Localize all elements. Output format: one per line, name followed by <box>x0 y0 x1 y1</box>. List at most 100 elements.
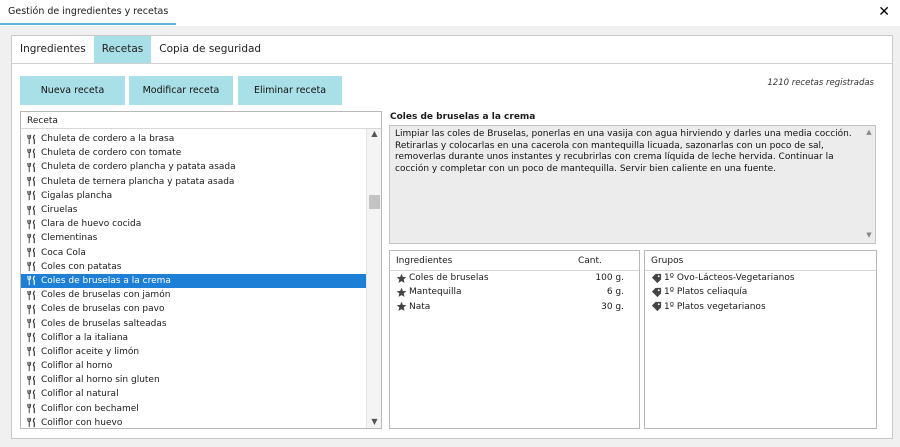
list-item-label: Coliflor aceite y limón <box>41 346 140 357</box>
fork-knife-icon <box>25 190 37 202</box>
fork-knife-icon <box>25 275 37 287</box>
list-item-selected[interactable]: Coles de bruselas a la crema <box>21 273 366 289</box>
list-item[interactable]: Coles de bruselas con pavo <box>21 302 366 316</box>
list-item[interactable]: Clara de huevo cocida <box>21 217 366 231</box>
list-item-label: Coles con patatas <box>41 261 122 272</box>
list-item[interactable]: Chuleta de cordero con tomate <box>21 146 366 160</box>
fork-knife-icon <box>25 346 37 358</box>
title-bar: Gestión de ingredientes y recetas ✕ <box>0 0 900 26</box>
ingredient-name: Coles de bruselas <box>409 273 489 284</box>
group-name: 1º Platos vegetarianos <box>664 301 766 312</box>
recipe-list[interactable]: Receta Chuleta de cordero a la brasa Chul… <box>20 111 382 429</box>
scroll-thumb[interactable] <box>369 195 380 209</box>
list-item[interactable]: Coles con patatas <box>21 260 366 274</box>
new-recipe-button[interactable]: Nueva receta <box>20 76 125 105</box>
tag-icon <box>650 287 662 298</box>
list-item[interactable]: Coliflor aceite y limón <box>21 345 366 359</box>
ingredient-qty: 30 g. <box>601 301 624 312</box>
table-row[interactable]: 1º Platos celiaquía <box>645 285 876 299</box>
groups-header: Grupos <box>645 251 876 271</box>
list-item-label: Clementinas <box>41 233 98 244</box>
recipe-list-header: Receta <box>21 112 381 129</box>
groups-col-name: Grupos <box>651 255 684 266</box>
list-item[interactable]: Coca Cola <box>21 246 366 260</box>
list-item[interactable]: Clementinas <box>21 231 366 245</box>
fork-knife-icon <box>25 374 37 386</box>
recipe-list-rows: Chuleta de cordero a la brasa Chuleta de … <box>21 132 366 428</box>
tab-ingredientes[interactable]: Ingredientes <box>12 36 94 64</box>
list-item[interactable]: Coles de bruselas salteadas <box>21 316 366 330</box>
list-item-label: Cigalas plancha <box>41 190 113 201</box>
recipe-description[interactable]: Limpiar las coles de Bruselas, ponerlas … <box>389 125 876 244</box>
fork-knife-icon <box>25 247 37 259</box>
recipe-list-scrollbar[interactable]: ▲ ▼ <box>366 129 381 428</box>
modify-recipe-button[interactable]: Modificar receta <box>129 76 233 105</box>
list-item-label: Ciruelas <box>41 205 78 216</box>
ingredient-cell: Mantequilla <box>390 287 578 298</box>
star-icon <box>395 273 407 284</box>
star-icon <box>395 301 407 312</box>
list-item[interactable]: Chuleta de cordero plancha y patata asad… <box>21 160 366 174</box>
list-item-label: Coles de bruselas salteadas <box>41 318 167 329</box>
list-item[interactable]: Coliflor con huevo <box>21 416 366 428</box>
tag-icon <box>650 301 662 312</box>
list-item[interactable]: Coliflor con bechamel <box>21 402 366 416</box>
list-item[interactable]: Coliflor al horno sin gluten <box>21 373 366 387</box>
table-row[interactable]: Coles de bruselas 100 g. <box>390 271 639 285</box>
list-item-label: Coliflor al horno <box>41 361 113 372</box>
window-title: Gestión de ingredientes y recetas <box>0 0 177 25</box>
list-item-label: Coliflor al natural <box>41 389 119 400</box>
main-panel: Ingredientes Recetas Copia de seguridad … <box>11 35 893 439</box>
list-item-label: Coliflor al horno sin gluten <box>41 375 160 386</box>
scroll-down-icon[interactable]: ▼ <box>367 417 381 428</box>
fork-knife-icon <box>25 133 37 145</box>
tab-recetas[interactable]: Recetas <box>93 36 152 64</box>
ingredient-name: Nata <box>409 301 431 312</box>
list-item[interactable]: Chuleta de cordero a la brasa <box>21 132 366 146</box>
tab-strip: Ingredientes Recetas Copia de seguridad <box>12 36 269 64</box>
list-item[interactable]: Cigalas plancha <box>21 189 366 203</box>
list-item[interactable]: Ciruelas <box>21 203 366 217</box>
list-item-label: Chuleta de cordero con tomate <box>41 148 182 159</box>
tab-copia-seguridad[interactable]: Copia de seguridad <box>151 36 269 64</box>
close-icon[interactable]: ✕ <box>878 4 890 20</box>
list-item[interactable]: Coles de bruselas con jamón <box>21 288 366 302</box>
ingredient-qty: 100 g. <box>595 273 624 284</box>
fork-knife-icon <box>25 176 37 188</box>
fork-knife-icon <box>25 303 37 315</box>
table-row[interactable]: Mantequilla 6 g. <box>390 285 639 299</box>
delete-recipe-button[interactable]: Eliminar receta <box>238 76 342 105</box>
ingredient-cell: Nata <box>390 301 578 312</box>
list-item[interactable]: Coliflor a la italiana <box>21 331 366 345</box>
list-item[interactable]: Coliflor al horno <box>21 359 366 373</box>
tag-icon <box>650 273 662 284</box>
scroll-up-icon[interactable]: ▲ <box>367 129 381 141</box>
list-item[interactable]: Chuleta de ternera plancha y patata asad… <box>21 175 366 189</box>
fork-knife-icon <box>25 261 37 273</box>
ingredients-col-name: Ingredientes <box>396 255 453 266</box>
list-item-label: Coliflor con bechamel <box>41 403 139 414</box>
ingredient-name: Mantequilla <box>409 287 462 298</box>
fork-knife-icon <box>25 318 37 330</box>
list-item-label: Chuleta de cordero a la brasa <box>41 134 175 145</box>
table-row[interactable]: Nata 30 g. <box>390 300 639 314</box>
ingredients-table[interactable]: Ingredientes Cant. Coles de bruselas 100 … <box>389 250 640 429</box>
ingredients-rows: Coles de bruselas 100 g. Mantequilla 6 g. Na… <box>390 271 639 314</box>
desc-scroll-down-icon[interactable]: ▼ <box>864 230 874 242</box>
fork-knife-icon <box>25 218 37 230</box>
recipe-description-text: Limpiar las coles de Bruselas, ponerlas … <box>395 129 852 174</box>
fork-knife-icon <box>25 161 37 173</box>
list-item-label: Coles de bruselas con pavo <box>41 304 165 315</box>
description-scrollbar[interactable]: ▲ ▼ <box>864 127 874 242</box>
tab-divider <box>12 63 892 64</box>
groups-table[interactable]: Grupos 1º Ovo-Lácteos-Vegetarianos 1º Pla… <box>644 250 877 429</box>
list-item[interactable]: Coliflor al natural <box>21 387 366 401</box>
star-icon <box>395 287 407 298</box>
table-row[interactable]: 1º Platos vegetarianos <box>645 300 876 314</box>
table-row[interactable]: 1º Ovo-Lácteos-Vegetarianos <box>645 271 876 285</box>
ingredient-qty: 6 g. <box>606 287 624 298</box>
fork-knife-icon <box>25 403 37 415</box>
desc-scroll-up-icon[interactable]: ▲ <box>864 127 874 139</box>
group-name: 1º Platos celiaquía <box>664 287 748 298</box>
recipe-count: 1210 recetas registradas <box>767 78 874 88</box>
